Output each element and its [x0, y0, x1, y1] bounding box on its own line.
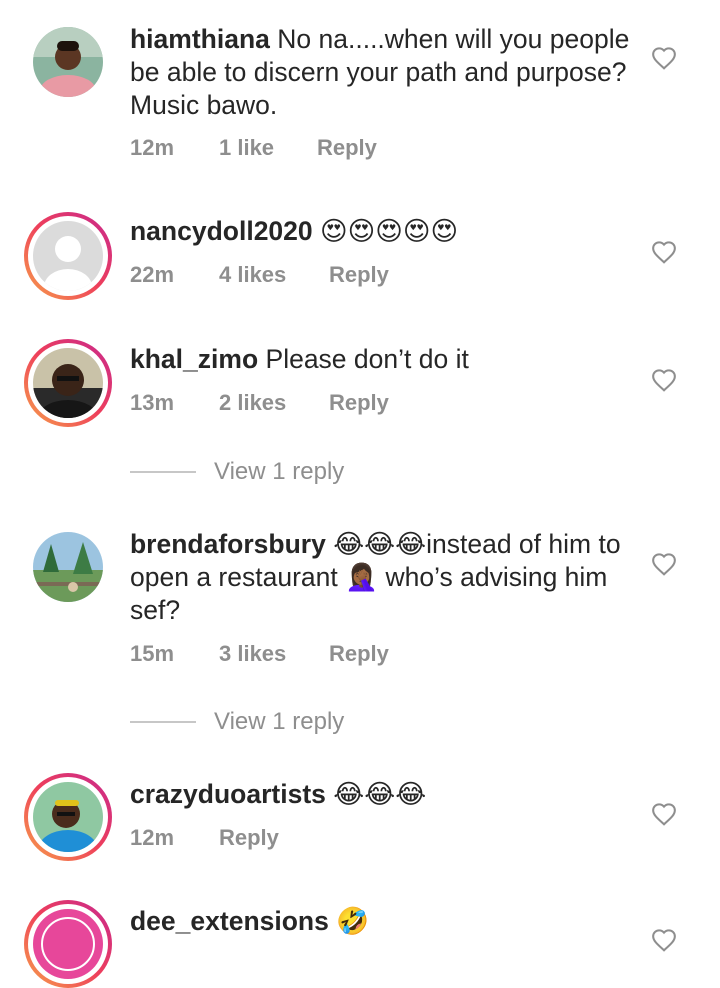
- comment-meta: 13m 2 likes Reply: [130, 390, 389, 416]
- avatar[interactable]: [33, 909, 103, 979]
- view-replies-button[interactable]: View 1 reply: [130, 708, 344, 736]
- comment-text: nancydoll2020 😍😍😍😍😍: [130, 215, 630, 248]
- comment-likes[interactable]: 4 likes: [219, 262, 329, 288]
- heart-outline-icon[interactable]: [651, 552, 677, 576]
- comment-username[interactable]: hiamthiana: [130, 24, 270, 54]
- comment-body: 😂😂😂: [333, 779, 427, 809]
- comment-text: crazyduoartists 😂😂😂: [130, 778, 630, 811]
- comment-text: brendaforsbury 😂😂😂instead of him to open…: [130, 528, 630, 627]
- heart-outline-icon[interactable]: [651, 928, 677, 952]
- divider: [130, 721, 196, 723]
- story-ring[interactable]: [24, 900, 112, 988]
- comment-body: 😍😍😍😍😍: [320, 216, 459, 246]
- comment-text: hiamthiana No na.....when will you peopl…: [130, 23, 630, 122]
- story-ring[interactable]: [24, 773, 112, 861]
- heart-outline-icon[interactable]: [651, 802, 677, 826]
- divider: [130, 471, 196, 473]
- comment-time: 13m: [130, 390, 175, 415]
- story-ring[interactable]: [24, 212, 112, 300]
- reply-button[interactable]: Reply: [329, 641, 389, 667]
- comment-likes[interactable]: 3 likes: [219, 641, 329, 667]
- comment-username[interactable]: khal_zimo: [130, 344, 258, 374]
- reply-button[interactable]: Reply: [329, 262, 389, 288]
- comment-meta: 12m Reply: [130, 825, 279, 851]
- comment-username[interactable]: brendaforsbury: [130, 529, 326, 559]
- reply-button[interactable]: Reply: [219, 825, 279, 851]
- comment-meta: 15m 3 likes Reply: [130, 641, 389, 667]
- avatar[interactable]: [33, 221, 103, 291]
- comment-username[interactable]: dee_extensions: [130, 906, 329, 936]
- avatar[interactable]: [33, 27, 103, 97]
- comment-time: 12m: [130, 135, 175, 160]
- comment-meta: 12m 1 like Reply: [130, 135, 377, 161]
- comment-body: Please don’t do it: [265, 344, 469, 374]
- comment-body: 🤣: [336, 906, 370, 936]
- comment-username[interactable]: crazyduoartists: [130, 779, 326, 809]
- comment-text: khal_zimo Please don’t do it: [130, 343, 630, 376]
- comment-text: dee_extensions 🤣: [130, 905, 630, 938]
- view-replies-label[interactable]: View 1 reply: [214, 458, 344, 486]
- reply-button[interactable]: Reply: [329, 390, 389, 416]
- comment-username[interactable]: nancydoll2020: [130, 216, 313, 246]
- view-replies-button[interactable]: View 1 reply: [130, 458, 344, 486]
- comment-time: 15m: [130, 641, 175, 666]
- avatar[interactable]: [33, 782, 103, 852]
- comment-time: 12m: [130, 825, 175, 850]
- avatar[interactable]: [33, 348, 103, 418]
- facepalm-emoji: 🤦🏾‍♀️: [345, 562, 379, 592]
- comment-meta: 22m 4 likes Reply: [130, 262, 389, 288]
- heart-outline-icon[interactable]: [651, 240, 677, 264]
- avatar[interactable]: [33, 532, 103, 602]
- reply-button[interactable]: Reply: [317, 135, 377, 161]
- heart-outline-icon[interactable]: [651, 46, 677, 70]
- heart-outline-icon[interactable]: [651, 368, 677, 392]
- view-replies-label[interactable]: View 1 reply: [214, 708, 344, 736]
- comment-likes[interactable]: 2 likes: [219, 390, 329, 416]
- story-ring[interactable]: [24, 339, 112, 427]
- comment-likes[interactable]: 1 like: [219, 135, 317, 161]
- comment-time: 22m: [130, 262, 175, 287]
